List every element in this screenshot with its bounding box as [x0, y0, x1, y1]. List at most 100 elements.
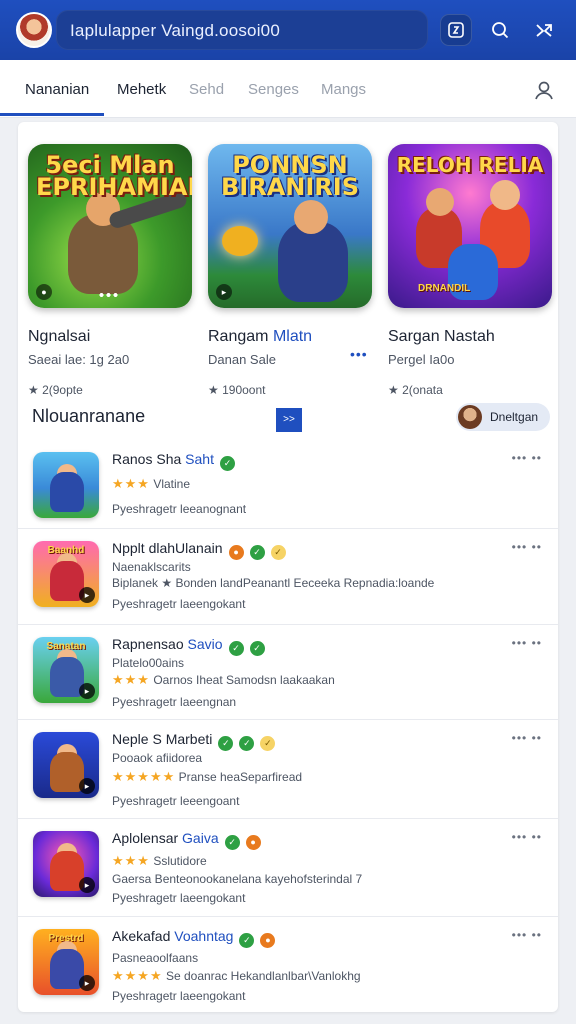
play-icon: ▸: [79, 683, 95, 699]
featured-app-2-art-title: PONNSN BIRANIRIS: [221, 151, 359, 201]
featured-app-1-art: 5eci Mlan EPRIHAMIAK ●: [28, 144, 192, 308]
app-rating: ★★★ Oarnos Iheat Samodsn laakaakan: [112, 672, 335, 687]
featured-app-2-art: PONNSN BIRANIRIS ▸: [208, 144, 372, 308]
tab-mehetk[interactable]: Mehetk: [117, 81, 166, 98]
app-rating: ★★★ Vlatine: [112, 476, 191, 491]
person-icon[interactable]: [532, 78, 556, 102]
badge-icon: ●: [245, 835, 261, 850]
app-title: Akekafad Voahntag ✓ ●: [112, 928, 276, 948]
profile-avatar[interactable]: [16, 12, 52, 48]
list-item[interactable]: ▸ Neple S Marbeti ✓ ✓ ✓ Pooaok afiidorea ★★…: [18, 720, 558, 819]
app-rating: ★★★ Sslutidore: [112, 853, 207, 868]
featured-app-1-meta: Saeai lae: 1g 2a0: [28, 352, 130, 367]
more-options-icon[interactable]: ••• ••: [512, 928, 542, 942]
app-subtitle: Pasneaoolfaans: [112, 951, 199, 965]
tab-sehd[interactable]: Sehd: [189, 81, 224, 98]
grid-icon[interactable]: [440, 14, 472, 46]
featured-app-1-name: Ngnalsai: [28, 328, 91, 345]
verified-badge-icon: ✓: [239, 933, 255, 948]
tab-mangs[interactable]: Mangs: [321, 81, 366, 98]
app-list: Ranos Sha Saht ✓ ★★★ Vlatine Pyeshragetr …: [18, 440, 558, 1011]
app-footnote: Pyeshragetr laeengokant: [112, 891, 246, 905]
badge-icon: ●: [228, 545, 244, 560]
app-footnote: Pyeshragetr laeengnan: [112, 695, 237, 709]
list-item[interactable]: ▸ Aplolensar Gaiva ✓ ● ★★★ Sslutidore Gaer…: [18, 819, 558, 917]
featured-app-3-art: RELOH RELIA DRNANDIL: [388, 144, 552, 308]
app-title: Rapnensao Savio ✓ ✓: [112, 636, 265, 656]
app-subtitle: Pooaok afiidorea: [112, 751, 203, 765]
featured-app-2-name: Rangam Mlatn: [208, 328, 313, 345]
app-description: Gaersa Benteonookanelana kayehofsterinda…: [112, 872, 363, 886]
verified-badge-icon: ✓: [239, 736, 255, 751]
app-footnote: Pyeshragetr leeengoant: [112, 794, 240, 808]
list-item[interactable]: Prestrd ▸ Akekafad Voahntag ✓ ● Pasneaoolf…: [18, 917, 558, 1011]
featured-app-3-meta: Pergel Ia0o: [388, 352, 455, 367]
carousel-dots: [98, 293, 118, 297]
app-title: Npplt dlahUlanain ● ✓ ✓: [112, 540, 286, 560]
search-bar[interactable]: Iaplulapper Vaingd.oosoi00: [56, 10, 428, 50]
play-icon: ▸: [79, 975, 95, 991]
app-icon: ▸: [33, 732, 99, 798]
list-item[interactable]: Ranos Sha Saht ✓ ★★★ Vlatine Pyeshragetr …: [18, 440, 558, 529]
featured-app-2-meta: Danan Sale: [208, 352, 276, 367]
verified-badge-icon: ✓: [219, 456, 235, 471]
featured-app-3[interactable]: RELOH RELIA DRNANDIL Sargan Nastah Perge…: [388, 144, 552, 397]
award-badge-icon: ✓: [260, 736, 276, 751]
coin-icon: ●: [36, 284, 52, 300]
section-title: Nlouanranane: [32, 406, 146, 426]
more-options-icon[interactable]: ••• ••: [512, 636, 542, 650]
app-subtitle: Platelo00ains: [112, 656, 185, 670]
more-options-icon[interactable]: ••• ••: [512, 540, 542, 554]
active-tab-indicator: [0, 113, 104, 116]
share-icon[interactable]: [528, 14, 560, 46]
app-rating: ★★★★ Se doanrac Hekandlanlbar\Vanlokhg: [112, 968, 361, 983]
featured-app-2-count: ★ 190oont: [208, 383, 266, 397]
verified-badge-icon: ✓: [218, 736, 234, 751]
featured-app-1[interactable]: 5eci Mlan EPRIHAMIAK ● Ngnalsai Saeai la…: [28, 144, 192, 397]
tab-senges[interactable]: Senges: [248, 81, 299, 98]
app-footnote: Pyeshragetr laeengokant: [112, 597, 246, 611]
app-footnote: Pyeshragetr laeengokant: [112, 989, 246, 1003]
content-card: 5eci Mlan EPRIHAMIAK ● Ngnalsai Saeai la…: [18, 122, 558, 1012]
featured-app-3-count: ★ 2(onata: [388, 383, 443, 397]
verified-badge-icon: ✓: [224, 835, 240, 850]
award-badge-icon: ✓: [270, 545, 286, 560]
app-icon: Baanhd ▸: [33, 541, 99, 607]
app-icon: [33, 452, 99, 518]
app-title: Aplolensar Gaiva ✓ ●: [112, 830, 261, 850]
verified-badge-icon: ✓: [228, 641, 244, 656]
featured-app-3-name: Sargan Nastah: [388, 328, 495, 345]
verified-badge-icon: ✓: [249, 545, 265, 560]
tab-bar: Nananian Mehetk Sehd Senges Mangs: [0, 60, 576, 118]
pill-avatar: [458, 405, 482, 429]
featured-app-3-art-subtitle: DRNANDIL: [418, 283, 471, 294]
list-item[interactable]: Baanhd ▸ Npplt dlahUlanain ● ✓ ✓ Naenaklsca…: [18, 529, 558, 625]
app-description: Biplanek ★ Bonden landPeanantl Eeceeka R…: [112, 576, 435, 590]
app-title: Ranos Sha Saht ✓: [112, 451, 235, 471]
tab-nananian[interactable]: Nananian: [25, 81, 89, 98]
play-icon: ▸: [79, 587, 95, 603]
top-app-bar: Iaplulapper Vaingd.oosoi00: [0, 0, 576, 60]
section-pill-label: Dneltgan: [490, 410, 539, 424]
play-icon: ▸: [79, 877, 95, 893]
more-options-icon[interactable]: ••• ••: [512, 830, 542, 844]
app-icon: ▸: [33, 831, 99, 897]
verified-badge-icon: ✓: [249, 641, 265, 656]
more-options-icon[interactable]: ••• ••: [512, 451, 542, 465]
featured-app-3-art-title: RELOH RELIA: [396, 153, 544, 177]
search-icon[interactable]: [484, 14, 516, 46]
section-expand-button[interactable]: >>: [276, 408, 302, 432]
app-footnote: Pyeshragetr leeanognant: [112, 502, 247, 516]
featured-app-2-more-button[interactable]: •••: [350, 346, 368, 362]
more-options-icon[interactable]: ••• ••: [512, 731, 542, 745]
featured-app-2[interactable]: PONNSN BIRANIRIS ▸ Rangam Mlatn Danan Sa…: [208, 144, 372, 397]
list-item[interactable]: Sanatan ▸ Rapnensao Savio ✓ ✓ Platelo00ain…: [18, 625, 558, 720]
featured-app-1-count: ★ 2(9opte: [28, 383, 83, 397]
badge-icon: ●: [260, 933, 276, 948]
app-icon: Sanatan ▸: [33, 637, 99, 703]
app-rating: ★★★★★ Pranse heaSeparfiread: [112, 769, 303, 784]
search-bar-text: Iaplulapper Vaingd.oosoi00: [70, 21, 280, 40]
featured-app-1-art-title: 5eci Mlan EPRIHAMIAK: [36, 151, 192, 201]
section-filter-pill[interactable]: Dneltgan: [456, 403, 550, 431]
play-icon: ▸: [216, 284, 232, 300]
